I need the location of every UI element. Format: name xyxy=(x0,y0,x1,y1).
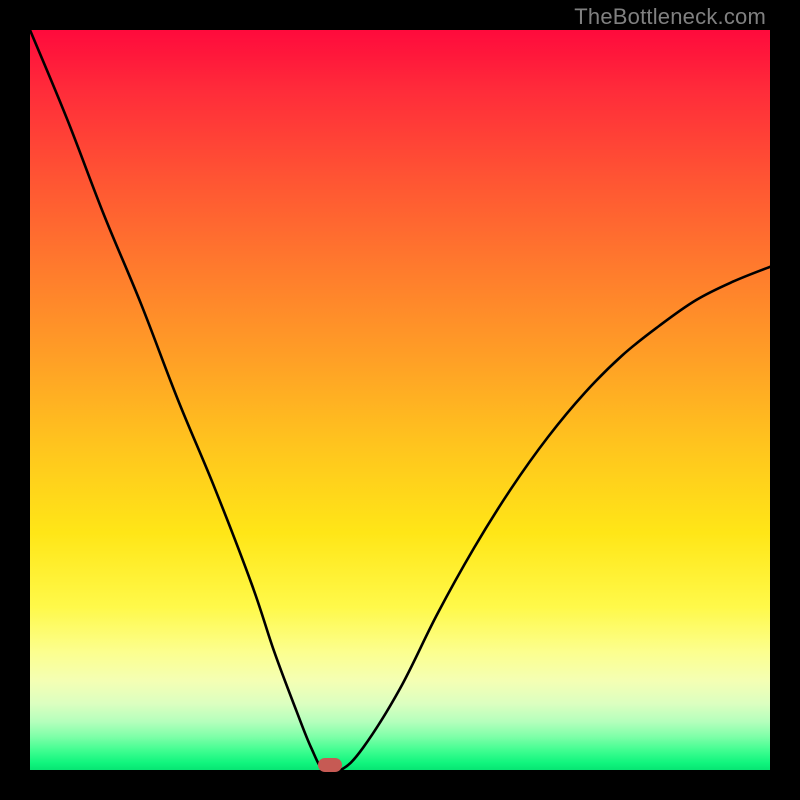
plot-area xyxy=(30,30,770,770)
bottleneck-curve xyxy=(30,30,770,770)
watermark-text: TheBottleneck.com xyxy=(574,4,766,30)
optimal-point-marker xyxy=(318,758,342,772)
chart-frame: TheBottleneck.com xyxy=(0,0,800,800)
